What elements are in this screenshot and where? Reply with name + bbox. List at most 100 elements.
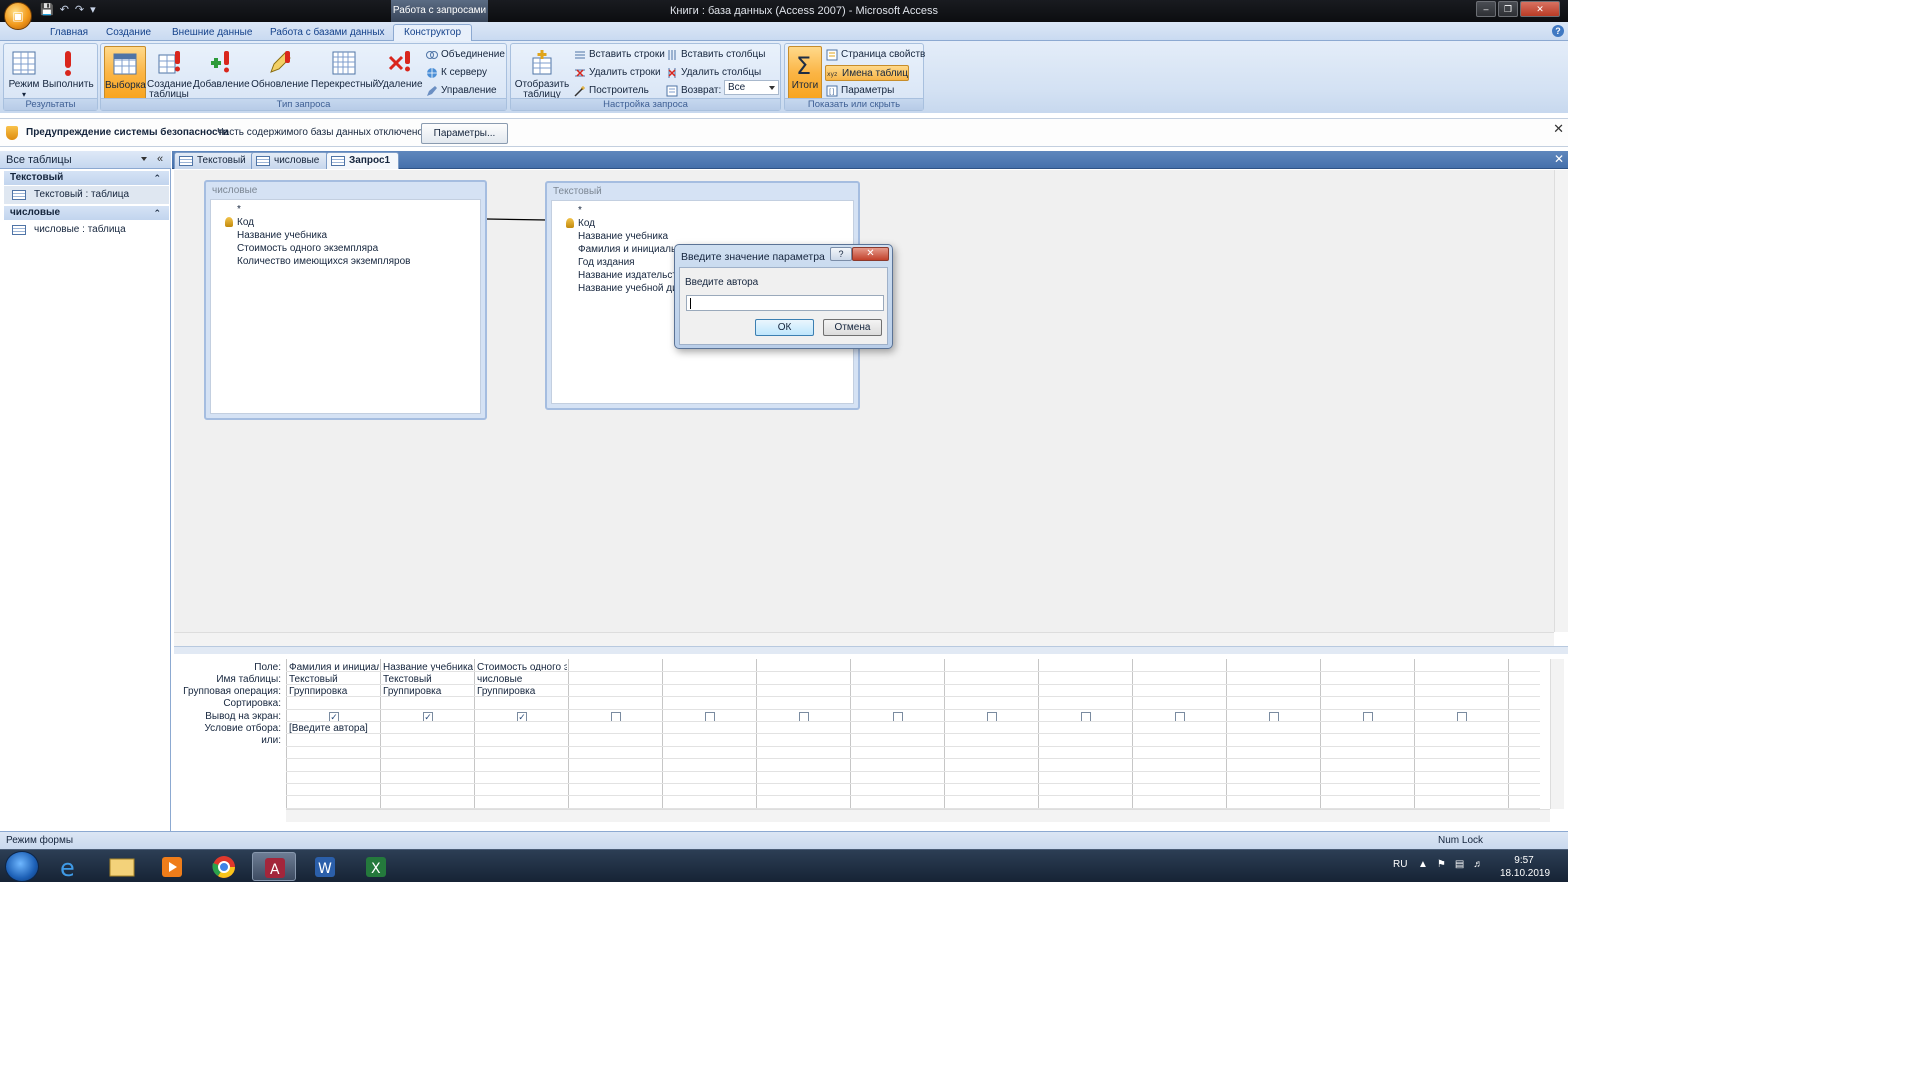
dialog-close-button[interactable]: ✕ — [852, 247, 889, 261]
append-icon — [211, 51, 229, 73]
excel-icon[interactable]: X — [354, 852, 398, 881]
access-icon[interactable]: A — [252, 852, 296, 881]
explorer-icon[interactable] — [100, 852, 144, 881]
show-hidden-icons-icon[interactable]: ▲ — [1418, 859, 1428, 870]
run-button[interactable]: Выполнить — [42, 46, 94, 100]
parameter-input[interactable] — [686, 295, 884, 311]
language-indicator[interactable]: RU — [1393, 859, 1407, 870]
network-icon[interactable]: ▤ — [1455, 859, 1464, 870]
close-icon[interactable]: ✕ — [1553, 121, 1564, 137]
nav-item-text-table[interactable]: Текстовый : таблица — [4, 186, 169, 204]
canvas-vertical-scrollbar[interactable] — [1554, 170, 1568, 632]
field-item[interactable]: Код — [578, 217, 595, 230]
restore-button[interactable]: ❐ — [1498, 1, 1518, 17]
nav-group-numeric[interactable]: числовые ⌃ — [4, 206, 169, 220]
select-query-button[interactable]: Выборка — [104, 46, 146, 100]
group-results: Режим ▾ Выполнить Результаты — [3, 43, 98, 111]
tab-home[interactable]: Главная — [40, 25, 98, 41]
nav-group-text[interactable]: Текстовый ⌃ — [4, 171, 169, 185]
grid-horizontal-scrollbar[interactable] — [286, 809, 1550, 822]
field-list: * Код Название учебника Стоимость одного… — [210, 199, 481, 414]
grid-vertical-scrollbar[interactable] — [1550, 659, 1564, 809]
security-options-button[interactable]: Параметры... — [421, 123, 508, 144]
field-item[interactable]: Год издания — [578, 256, 635, 269]
svg-text:[]: [] — [829, 88, 835, 96]
field-item[interactable]: Название учебной ди — [578, 282, 678, 295]
doc-tab-query1[interactable]: Запрос1 — [326, 152, 400, 169]
update-button[interactable]: Обновление — [251, 46, 309, 100]
minimize-button[interactable]: – — [1476, 1, 1496, 17]
delete-query-button[interactable]: Удаление — [377, 46, 423, 100]
word-icon[interactable]: W — [303, 852, 347, 881]
field-item[interactable]: Название издательства — [578, 269, 688, 282]
volume-icon[interactable]: ♬ — [1473, 859, 1483, 870]
data-definition-button[interactable]: Управление — [425, 83, 497, 99]
totals-button[interactable]: Σ Итоги — [788, 46, 822, 100]
close-button[interactable]: ✕ — [1520, 1, 1560, 17]
select-query-icon — [113, 53, 137, 75]
pen-icon — [427, 86, 437, 96]
field-item[interactable]: * — [237, 203, 241, 216]
customize-qat-icon[interactable]: ▾ — [90, 3, 96, 16]
help-icon[interactable]: ? — [1552, 25, 1564, 37]
field-item[interactable]: Фамилия и инициалы — [578, 243, 678, 256]
insert-rows-button[interactable]: Вставить строки — [573, 47, 665, 63]
clock[interactable]: 9:57 18.10.2019 — [1500, 854, 1550, 880]
builder-button[interactable]: Построитель — [573, 83, 649, 99]
append-button[interactable]: Добавление — [193, 46, 250, 100]
svg-text:xyz: xyz — [827, 71, 837, 78]
make-table-button[interactable]: Создание таблицы — [147, 46, 192, 100]
field-item[interactable]: Код — [237, 216, 254, 229]
property-sheet-button[interactable]: Страница свойств — [825, 47, 925, 63]
doc-tab-numeric[interactable]: числовые — [251, 152, 329, 169]
pass-through-button[interactable]: К серверу — [425, 65, 487, 81]
view-mode-button[interactable]: Режим ▾ — [6, 46, 42, 100]
chevron-down-icon[interactable] — [141, 157, 147, 164]
collapse-group-icon[interactable]: ⌃ — [153, 206, 161, 220]
save-icon[interactable]: 💾 — [40, 3, 54, 16]
field-item[interactable]: Название учебника — [578, 230, 668, 243]
ie-icon[interactable]: e — [50, 852, 94, 882]
doc-tab-text[interactable]: Текстовый — [174, 152, 255, 169]
undo-icon[interactable]: ↶ — [60, 3, 69, 16]
field-item[interactable]: Название учебника — [237, 229, 327, 242]
nav-pane-header[interactable]: Все таблицы « — [0, 151, 171, 169]
join-line[interactable] — [487, 218, 547, 221]
union-button[interactable]: Объединение — [425, 47, 505, 63]
return-select[interactable]: Все — [724, 80, 779, 95]
delete-columns-icon — [668, 68, 676, 78]
field-item[interactable]: Количество имеющихся экземпляров — [237, 255, 411, 268]
dialog-title: Введите значение параметра — [681, 251, 825, 263]
group-title: Результаты — [4, 98, 97, 110]
start-button[interactable] — [5, 851, 39, 882]
insert-columns-button[interactable]: Вставить столбцы — [665, 47, 765, 63]
show-table-button[interactable]: Отобразить таблицу — [514, 46, 570, 100]
collapse-group-icon[interactable]: ⌃ — [153, 171, 161, 185]
action-center-flag-icon[interactable]: ⚑ — [1437, 859, 1446, 870]
close-document-icon[interactable]: ✕ — [1554, 152, 1564, 166]
parameters-button[interactable]: [] Параметры — [825, 83, 894, 99]
field-item[interactable]: Стоимость одного экземпляра — [237, 242, 378, 255]
office-button[interactable]: ▣ — [4, 2, 32, 30]
field-item[interactable]: * — [578, 204, 582, 217]
media-player-icon[interactable] — [150, 852, 194, 881]
cancel-button[interactable]: Отмена — [823, 319, 882, 336]
table-box-numeric[interactable]: числовые * Код Название учебника Стоимос… — [204, 180, 487, 420]
pane-splitter[interactable] — [174, 646, 1568, 654]
tab-external-data[interactable]: Внешние данные — [162, 25, 262, 41]
delete-rows-button[interactable]: Удалить строки — [573, 65, 661, 81]
ok-button[interactable]: ОК — [755, 319, 814, 336]
tab-create[interactable]: Создание — [96, 25, 161, 41]
tab-database-tools[interactable]: Работа с базами данных — [260, 25, 395, 41]
delete-columns-button[interactable]: Удалить столбцы — [665, 65, 761, 81]
clock-time: 9:57 — [1514, 855, 1534, 866]
tab-design[interactable]: Конструктор — [393, 24, 473, 41]
chrome-icon[interactable] — [202, 852, 246, 881]
table-names-button[interactable]: xyz Имена таблиц — [825, 65, 909, 81]
nav-item-numeric-table[interactable]: числовые : таблица — [4, 221, 169, 239]
collapse-pane-icon[interactable]: « — [152, 153, 168, 167]
canvas-horizontal-scrollbar[interactable] — [174, 632, 1554, 646]
dialog-help-button[interactable]: ? — [830, 247, 852, 261]
redo-icon[interactable]: ↷ — [75, 3, 84, 16]
crosstab-button[interactable]: Перекрестный — [311, 46, 378, 100]
